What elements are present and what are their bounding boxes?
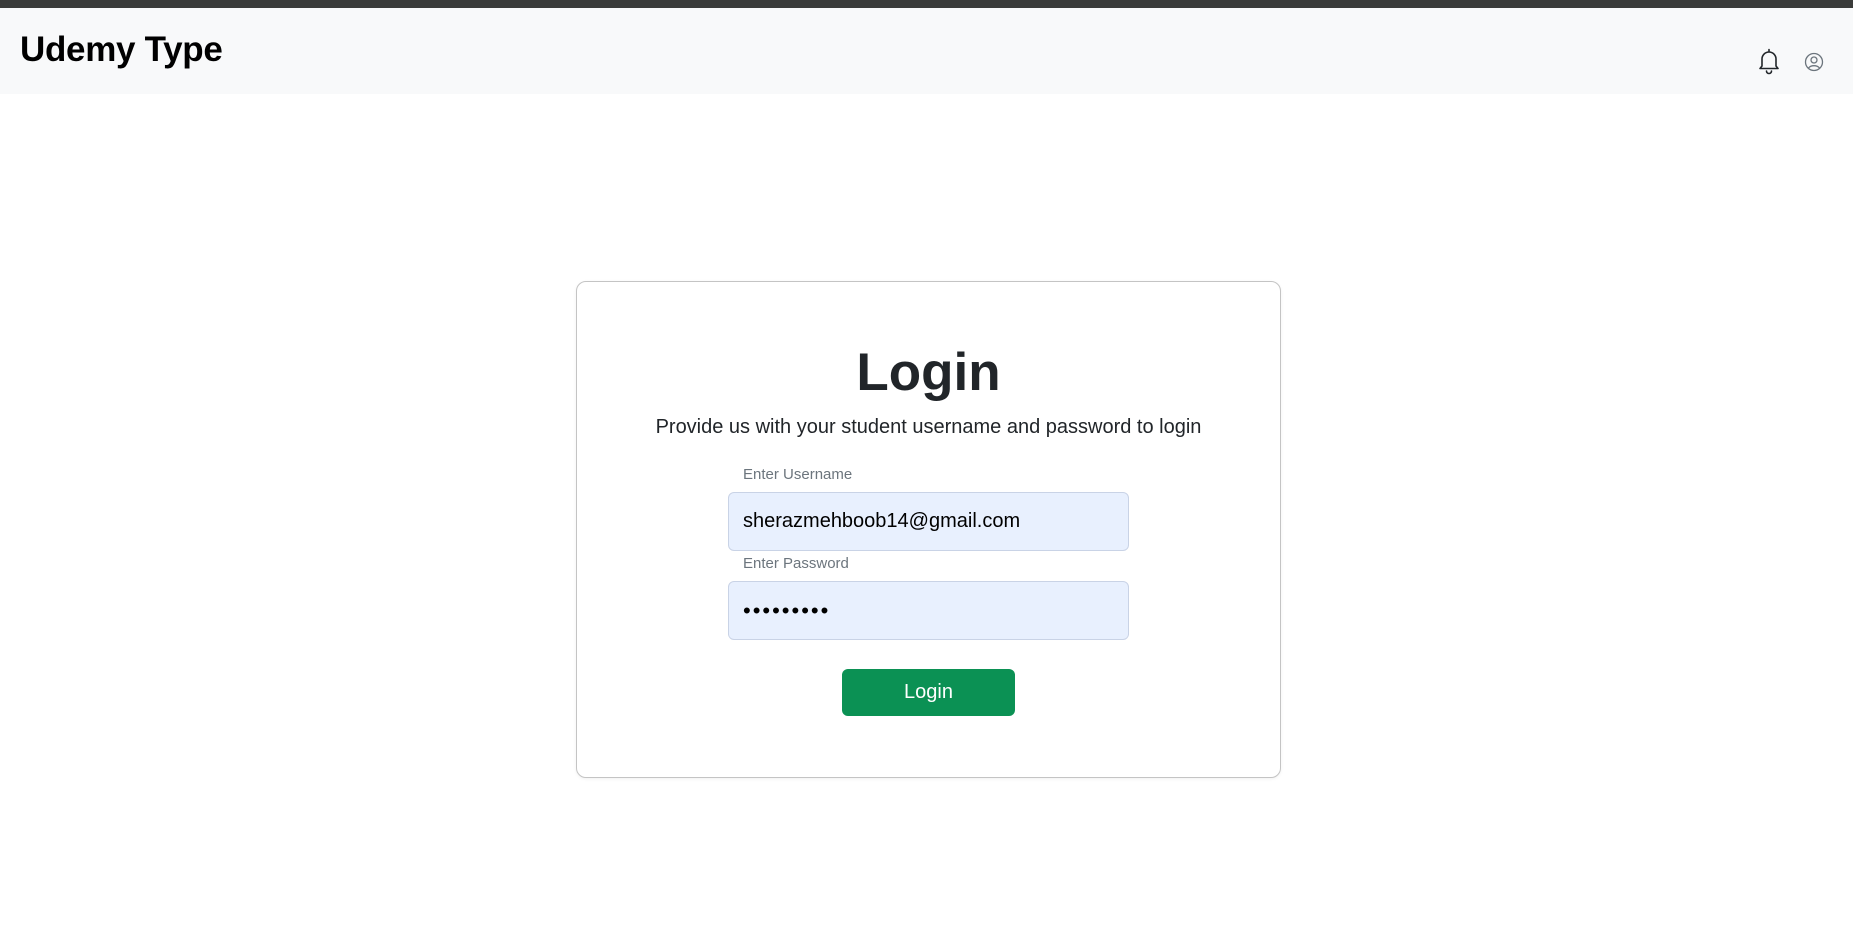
login-title: Login <box>856 343 1001 402</box>
username-input[interactable] <box>728 492 1129 551</box>
brand-logo[interactable]: Udemy Type <box>20 30 223 70</box>
password-input[interactable] <box>728 581 1129 640</box>
login-subtitle: Provide us with your student username an… <box>655 416 1202 438</box>
navbar: Udemy Type <box>0 8 1853 94</box>
username-label: Enter Username <box>743 466 853 483</box>
bell-icon[interactable] <box>1755 46 1783 76</box>
password-label: Enter Password <box>743 555 849 572</box>
login-card: Login Provide us with your student usern… <box>576 281 1281 778</box>
top-strip <box>0 0 1853 8</box>
user-circle-icon[interactable] <box>1802 50 1826 74</box>
login-button[interactable]: Login <box>842 669 1015 716</box>
